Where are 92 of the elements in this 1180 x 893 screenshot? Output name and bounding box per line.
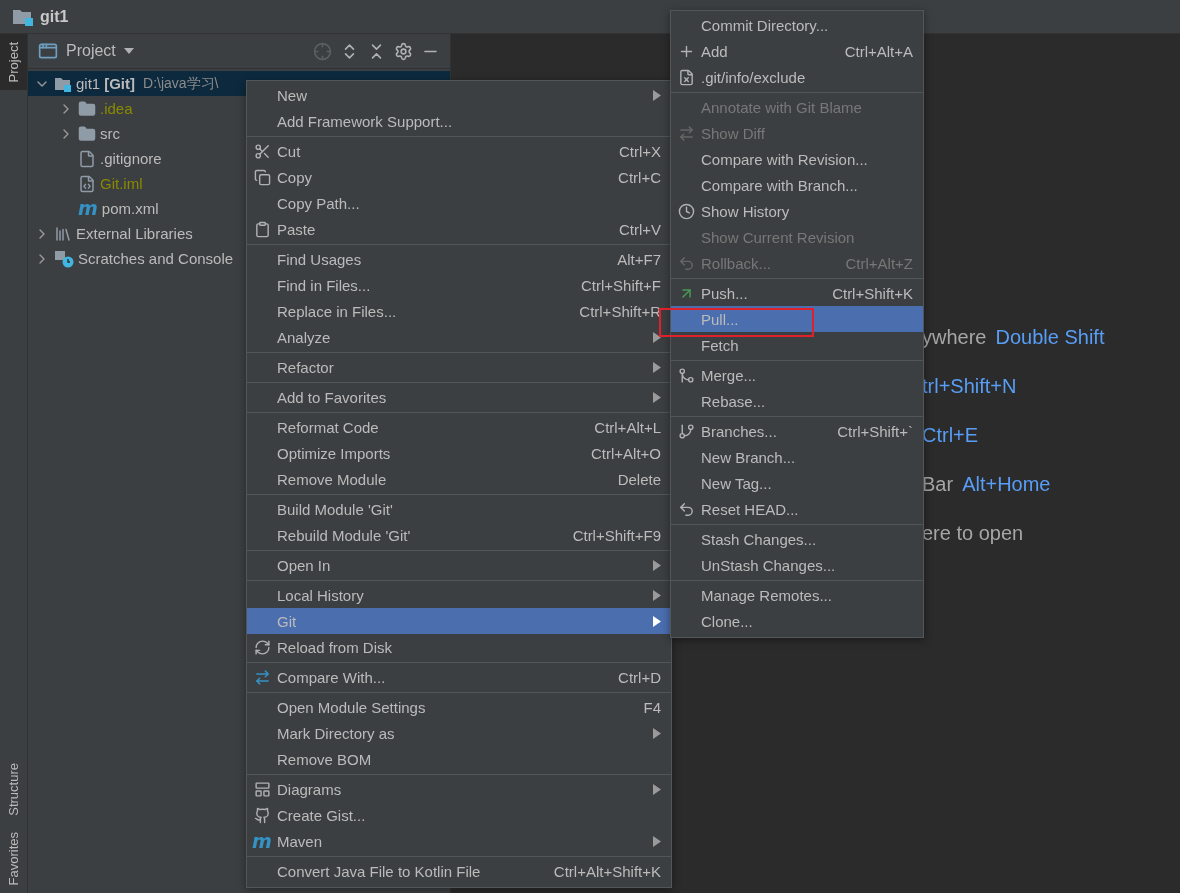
menu-item[interactable]: Remove BOM bbox=[247, 746, 671, 772]
tool-window-tab[interactable]: Project bbox=[0, 34, 27, 91]
maven-logo-icon: m bbox=[78, 199, 98, 218]
compare-arrows-icon bbox=[253, 668, 271, 686]
tree-item-name: .gitignore bbox=[100, 150, 162, 167]
libraries-icon bbox=[54, 224, 72, 243]
shortcut-text: Ctrl+E bbox=[922, 423, 979, 448]
menu-item[interactable]: Commit Directory... bbox=[671, 12, 923, 38]
menu-item[interactable]: Compare With... Ctrl+D bbox=[247, 664, 671, 690]
menu-item[interactable]: Add Ctrl+Alt+A bbox=[671, 38, 923, 64]
menu-item[interactable]: UnStash Changes... bbox=[671, 552, 923, 578]
menu-item[interactable]: Merge... bbox=[671, 362, 923, 388]
menu-item[interactable]: Convert Java File to Kotlin File Ctrl+Alt+Shift+K bbox=[247, 858, 671, 884]
settings-icon[interactable] bbox=[394, 41, 413, 61]
menu-item[interactable]: New Tag... bbox=[671, 470, 923, 496]
menu-item[interactable]: Reset HEAD... bbox=[671, 496, 923, 522]
menu-item[interactable]: Mark Directory as bbox=[247, 720, 671, 746]
menu-item[interactable]: Reload from Disk bbox=[247, 634, 671, 660]
tree-item-name: External Libraries bbox=[76, 225, 193, 242]
window-title: git1 bbox=[40, 7, 69, 26]
module-folder-icon bbox=[12, 7, 34, 26]
tree-item-name: .idea bbox=[100, 100, 133, 117]
menu-item[interactable]: Rebuild Module 'Git' Ctrl+Shift+F9 bbox=[247, 522, 671, 548]
compare-arrows-icon bbox=[677, 124, 695, 142]
menu-item[interactable]: Clone... bbox=[671, 608, 923, 634]
menu-item[interactable]: Analyze bbox=[247, 324, 671, 350]
copy-icon bbox=[253, 168, 271, 186]
ignored-file-icon bbox=[78, 149, 96, 168]
module-folder-icon bbox=[54, 75, 72, 92]
menu-item[interactable]: Open Module Settings F4 bbox=[247, 694, 671, 720]
menu-item[interactable]: Push... Ctrl+Shift+K bbox=[671, 280, 923, 306]
menu-item[interactable]: Add Framework Support... bbox=[247, 108, 671, 134]
shortcut-text: trl+Shift+N bbox=[922, 374, 1017, 399]
menu-item[interactable]: New Branch... bbox=[671, 444, 923, 470]
shortcut-text: Double Shift bbox=[995, 325, 1105, 350]
merge-icon bbox=[677, 366, 695, 384]
hint-text: ywhere bbox=[922, 325, 987, 350]
scratches-icon bbox=[54, 249, 74, 268]
window-icon bbox=[38, 41, 58, 61]
blocked-file-icon bbox=[677, 68, 695, 86]
menu-item[interactable]: Replace in Files... Ctrl+Shift+R bbox=[247, 298, 671, 324]
clock-icon bbox=[677, 202, 695, 220]
tree-item-name: Git.iml bbox=[100, 175, 143, 192]
menu-item[interactable]: Open In bbox=[247, 552, 671, 578]
tree-item-name: Scratches and Console bbox=[78, 250, 234, 267]
menu-item[interactable]: Paste Ctrl+V bbox=[247, 216, 671, 242]
menu-item[interactable]: Compare with Revision... bbox=[671, 146, 923, 172]
dropdown-caret-icon[interactable] bbox=[123, 48, 134, 54]
scissors-icon bbox=[253, 142, 271, 160]
menu-item[interactable]: Stash Changes... bbox=[671, 526, 923, 552]
tree-item-name: src bbox=[100, 125, 120, 142]
menu-item[interactable]: Diagrams bbox=[247, 776, 671, 802]
menu-item[interactable]: Refactor bbox=[247, 354, 671, 380]
clipboard-icon bbox=[253, 220, 271, 238]
menu-item[interactable]: m Maven bbox=[247, 828, 671, 854]
diagram-icon bbox=[253, 780, 271, 798]
menu-item[interactable]: Branches... Ctrl+Shift+` bbox=[671, 418, 923, 444]
tool-window-tab[interactable]: Favorites bbox=[0, 823, 27, 893]
vcs-tag: [Git] bbox=[104, 75, 135, 92]
undo-icon bbox=[677, 500, 695, 518]
maven-logo-icon: m bbox=[252, 831, 272, 851]
menu-item[interactable]: Show History bbox=[671, 198, 923, 224]
hint-text: Bar bbox=[922, 472, 954, 497]
menu-item[interactable]: Optimize Imports Ctrl+Alt+O bbox=[247, 440, 671, 466]
branch-icon bbox=[677, 422, 695, 440]
reload-icon bbox=[253, 638, 271, 656]
menu-item[interactable]: Copy Ctrl+C bbox=[247, 164, 671, 190]
menu-item[interactable]: Find in Files... Ctrl+Shift+F bbox=[247, 272, 671, 298]
github-icon bbox=[253, 806, 271, 824]
menu-item[interactable]: Compare with Branch... bbox=[671, 172, 923, 198]
menu-item[interactable]: Build Module 'Git' bbox=[247, 496, 671, 522]
undo-icon bbox=[677, 254, 695, 272]
folder-icon bbox=[78, 124, 96, 143]
tool-window-tab[interactable]: Structure bbox=[0, 754, 27, 824]
shortcut-text: Alt+Home bbox=[962, 472, 1051, 497]
menu-item[interactable]: .git/info/exclude bbox=[671, 64, 923, 90]
menu-item[interactable]: Add to Favorites bbox=[247, 384, 671, 410]
menu-item[interactable]: Create Gist... bbox=[247, 802, 671, 828]
menu-item[interactable]: Cut Ctrl+X bbox=[247, 138, 671, 164]
menu-item[interactable]: Manage Remotes... bbox=[671, 582, 923, 608]
file-icon bbox=[78, 174, 96, 193]
tree-item-name: pom.xml bbox=[101, 200, 159, 217]
menu-item[interactable]: Rebase... bbox=[671, 388, 923, 414]
menu-item[interactable]: Local History bbox=[247, 582, 671, 608]
module-path: D:\java学习\ bbox=[143, 74, 219, 93]
folder-icon bbox=[78, 99, 96, 118]
menu-item[interactable]: Copy Path... bbox=[247, 190, 671, 216]
panel-title[interactable]: Project bbox=[66, 42, 116, 60]
tree-item-name: git1 bbox=[76, 75, 101, 92]
menu-item[interactable]: Reformat Code Ctrl+Alt+L bbox=[247, 414, 671, 440]
menu-item[interactable]: Find Usages Alt+F7 bbox=[247, 246, 671, 272]
menu-item[interactable]: Remove Module Delete bbox=[247, 466, 671, 492]
